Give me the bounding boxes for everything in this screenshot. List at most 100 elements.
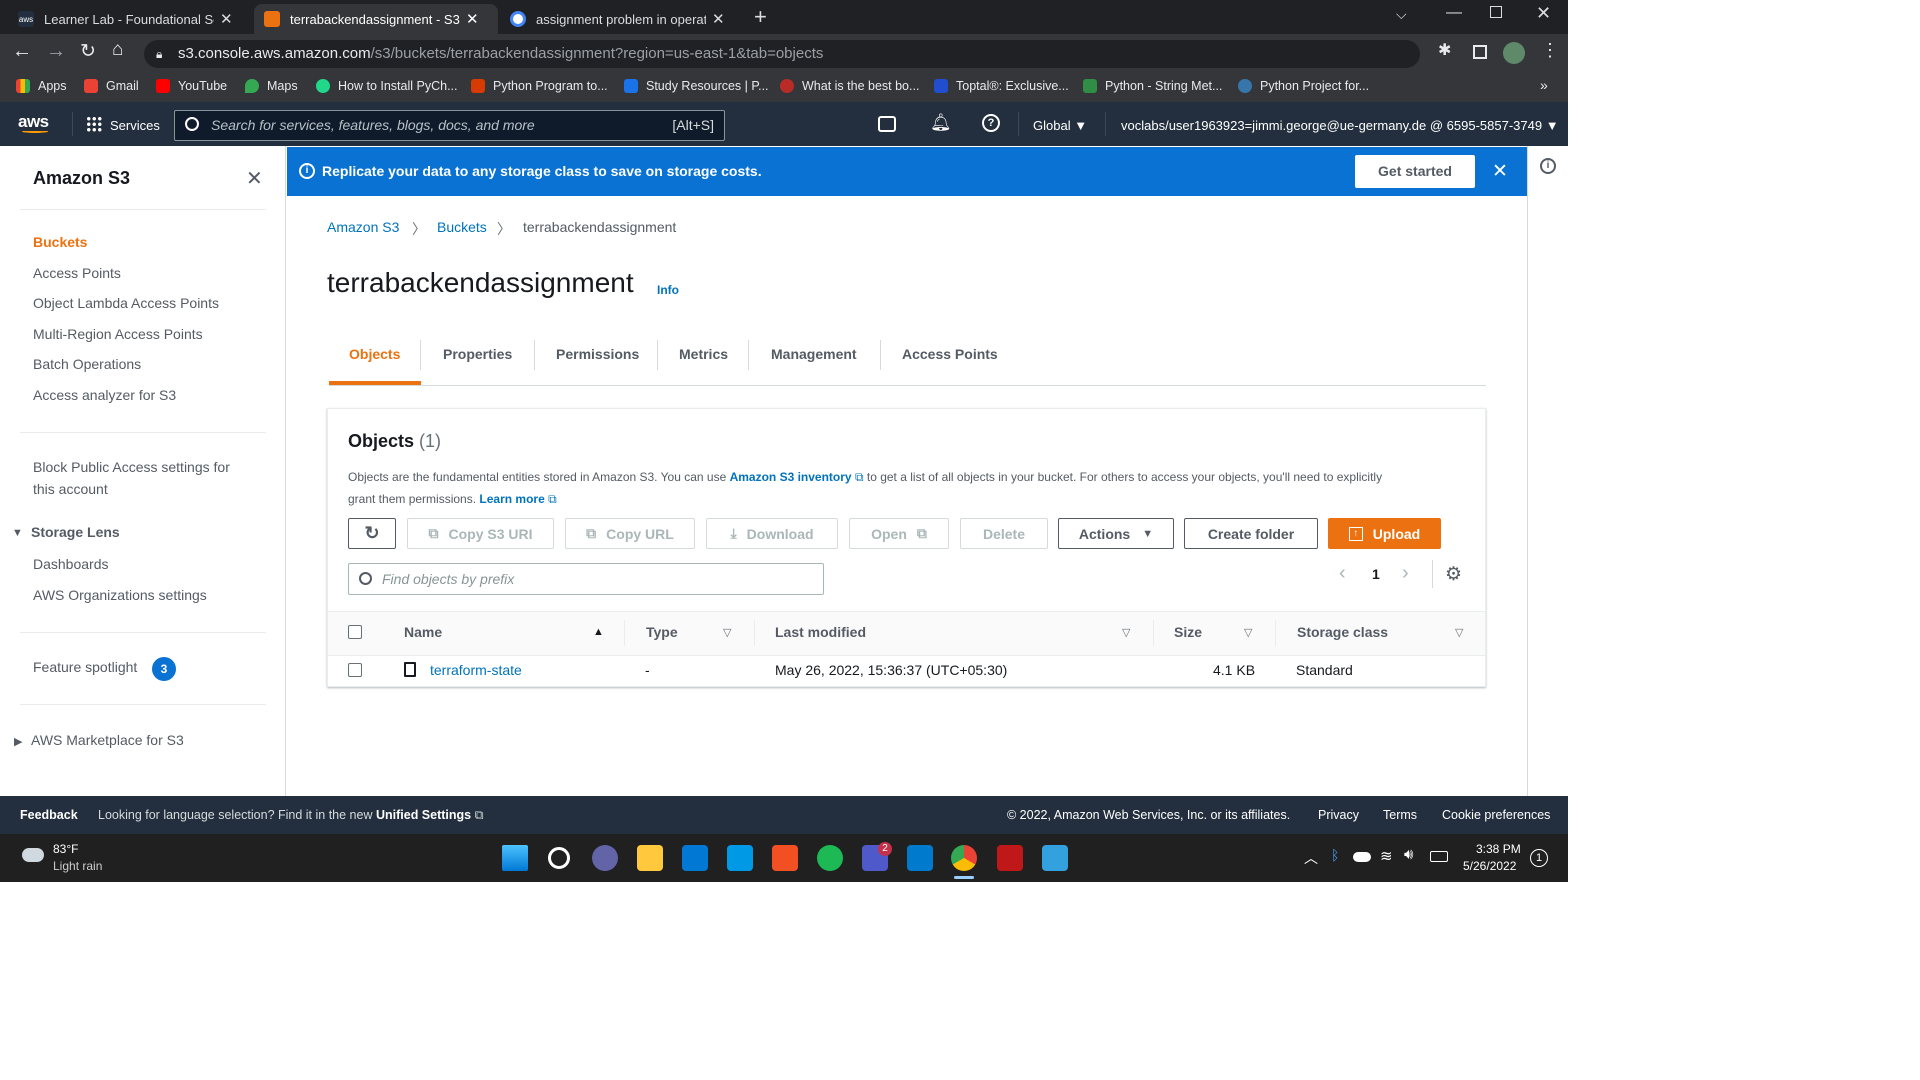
learn-more-link[interactable]: Learn more bbox=[479, 492, 544, 506]
bookmark-gmail[interactable]: Gmail bbox=[84, 79, 139, 93]
close-icon[interactable]: ✕ bbox=[466, 10, 479, 28]
bookmark-maps[interactable]: Maps bbox=[245, 79, 298, 93]
inventory-link[interactable]: Amazon S3 inventory bbox=[730, 470, 852, 484]
sort-icon[interactable]: ▽ bbox=[1455, 626, 1463, 639]
account-menu[interactable]: voclabs/user1963923=jimmi.george@ue-germ… bbox=[1121, 118, 1559, 133]
tab-access-points[interactable]: Access Points bbox=[902, 346, 998, 362]
new-tab-button[interactable]: + bbox=[754, 4, 767, 30]
microsoft-store-icon[interactable] bbox=[772, 845, 798, 871]
actions-dropdown[interactable]: Actions ▼ bbox=[1058, 518, 1174, 549]
weather-desc[interactable]: Light rain bbox=[53, 859, 102, 873]
bookmark-apps[interactable]: Apps bbox=[16, 79, 67, 93]
chrome-icon[interactable] bbox=[951, 845, 977, 871]
onedrive-cloud-icon[interactable] bbox=[1353, 852, 1371, 862]
services-menu[interactable]: Services bbox=[110, 118, 160, 133]
tab-permissions[interactable]: Permissions bbox=[556, 346, 639, 362]
bookmark-study-resources[interactable]: Study Resources | P... bbox=[624, 79, 769, 93]
profile-avatar[interactable] bbox=[1503, 42, 1525, 64]
sidebar-item-dashboards[interactable]: Dashboards bbox=[33, 556, 109, 572]
privacy-link[interactable]: Privacy bbox=[1318, 808, 1359, 822]
back-arrow-icon[interactable]: ← bbox=[12, 40, 32, 63]
dismiss-banner-icon[interactable]: ✕ bbox=[1492, 160, 1508, 183]
page-number[interactable]: 1 bbox=[1372, 566, 1380, 582]
browser-tab-learner-lab[interactable]: aws Learner Lab - Foundational Servic ✕ bbox=[8, 4, 248, 34]
sort-icon[interactable]: ▽ bbox=[1244, 626, 1252, 639]
close-icon[interactable]: ✕ bbox=[220, 10, 233, 28]
tab-objects[interactable]: Objects bbox=[349, 346, 400, 362]
sidebar-item-buckets[interactable]: Buckets bbox=[33, 234, 87, 250]
bookmarks-overflow[interactable]: » bbox=[1540, 77, 1548, 93]
sidebar-item-block-public-access[interactable]: Block Public Access settings for this acc… bbox=[33, 459, 230, 503]
reload-icon[interactable]: ↻ bbox=[80, 40, 96, 63]
close-sidebar-icon[interactable]: ✕ bbox=[246, 166, 263, 191]
close-icon[interactable]: ✕ bbox=[712, 10, 725, 28]
breadcrumb-amazon-s3[interactable]: Amazon S3 bbox=[327, 219, 399, 235]
region-selector[interactable]: Global ▼ bbox=[1033, 118, 1087, 133]
caret-down-icon[interactable]: ▼ bbox=[12, 527, 23, 539]
spotify-icon[interactable] bbox=[817, 845, 843, 871]
sidebar-section-storage-lens[interactable]: Storage Lens bbox=[31, 524, 120, 540]
bookmark-youtube[interactable]: YouTube bbox=[156, 79, 227, 93]
forward-arrow-icon[interactable]: → bbox=[46, 40, 66, 63]
extensions-icon[interactable]: ✱ bbox=[1438, 40, 1451, 60]
home-icon[interactable]: ⌂ bbox=[112, 39, 123, 61]
previous-page-icon[interactable]: ‹ bbox=[1339, 562, 1346, 585]
bookmark-toptal[interactable]: Toptal®: Exclusive... bbox=[934, 79, 1069, 93]
delete-button[interactable]: Delete bbox=[960, 518, 1048, 549]
clock-date[interactable]: 5/26/2022 bbox=[1463, 859, 1516, 873]
bookmark-pycharm[interactable]: How to Install PyCh... bbox=[316, 79, 458, 93]
column-header-storage-class[interactable]: Storage class bbox=[1297, 624, 1388, 640]
teams-chat-icon[interactable] bbox=[592, 845, 618, 871]
browser-tab-s3[interactable]: terrabackendassignment - S3 buc ✕ bbox=[254, 4, 498, 34]
sidebar-item-object-lambda[interactable]: Object Lambda Access Points bbox=[33, 295, 219, 311]
battery-icon[interactable] bbox=[1430, 851, 1448, 862]
start-windows-icon[interactable] bbox=[502, 845, 528, 871]
sort-icon[interactable]: ▽ bbox=[723, 626, 731, 639]
mcafee-icon[interactable] bbox=[997, 845, 1023, 871]
show-hidden-icons-chevron-icon[interactable]: ︿ bbox=[1304, 848, 1318, 868]
tab-search-chevron-icon[interactable]: ⌵ bbox=[1396, 6, 1407, 23]
sidebar-item-batch-operations[interactable]: Batch Operations bbox=[33, 356, 141, 372]
sidebar-item-access-analyzer[interactable]: Access analyzer for S3 bbox=[33, 387, 176, 403]
aws-search-input[interactable]: Search for services, features, blogs, do… bbox=[174, 110, 725, 141]
column-header-type[interactable]: Type bbox=[646, 624, 678, 640]
copy-url-button[interactable]: ⧉ Copy URL bbox=[565, 518, 695, 549]
download-button[interactable]: ⤓ Download bbox=[706, 518, 838, 549]
tab-properties[interactable]: Properties bbox=[443, 346, 512, 362]
window-close-icon[interactable]: ✕ bbox=[1536, 3, 1551, 24]
terms-link[interactable]: Terms bbox=[1383, 808, 1417, 822]
sidebar-item-organizations-settings[interactable]: AWS Organizations settings bbox=[33, 587, 207, 603]
help-icon[interactable]: ? bbox=[982, 114, 1000, 132]
cookie-preferences-link[interactable]: Cookie preferences bbox=[1442, 808, 1550, 822]
clock-time[interactable]: 3:38 PM bbox=[1476, 842, 1521, 856]
wifi-icon[interactable]: ≋ bbox=[1380, 847, 1393, 865]
sidebar-item-access-points[interactable]: Access Points bbox=[33, 265, 121, 281]
bluetooth-icon[interactable]: ᛒ bbox=[1331, 847, 1339, 863]
browser-tab-google[interactable]: assignment problem in operation ✕ bbox=[500, 4, 740, 34]
upload-button[interactable]: ↑ Upload bbox=[1328, 518, 1441, 549]
unified-settings-link[interactable]: Unified Settings bbox=[376, 808, 471, 822]
sort-ascending-icon[interactable]: ▲ bbox=[593, 626, 604, 638]
services-grid-icon[interactable] bbox=[86, 116, 102, 132]
tab-management[interactable]: Management bbox=[771, 346, 857, 362]
open-button[interactable]: Open ⧉ bbox=[849, 518, 949, 549]
weather-temp[interactable]: 83°F bbox=[53, 842, 78, 856]
object-name-link[interactable]: terraform-state bbox=[430, 662, 522, 678]
vscode-icon[interactable] bbox=[907, 845, 933, 871]
bookmark-best-book[interactable]: What is the best bo... bbox=[780, 79, 919, 93]
breadcrumb-buckets[interactable]: Buckets bbox=[437, 219, 487, 235]
taskbar-search-icon[interactable] bbox=[548, 847, 570, 869]
row-checkbox[interactable] bbox=[348, 663, 362, 677]
feedback-link[interactable]: Feedback bbox=[20, 808, 78, 822]
info-link[interactable]: Info bbox=[657, 283, 679, 297]
get-started-button[interactable]: Get started bbox=[1355, 155, 1475, 188]
select-all-checkbox[interactable] bbox=[348, 625, 362, 639]
file-explorer-icon[interactable] bbox=[637, 845, 663, 871]
side-panel-icon[interactable] bbox=[1473, 45, 1487, 59]
column-header-last-modified[interactable]: Last modified bbox=[775, 624, 866, 640]
gear-icon[interactable]: ⚙ bbox=[1445, 563, 1462, 586]
bookmark-python-program[interactable]: Python Program to... bbox=[471, 79, 608, 93]
notepad-icon[interactable] bbox=[1042, 845, 1068, 871]
desktop-app-icon[interactable] bbox=[727, 845, 753, 871]
restore-icon[interactable] bbox=[1490, 6, 1502, 18]
